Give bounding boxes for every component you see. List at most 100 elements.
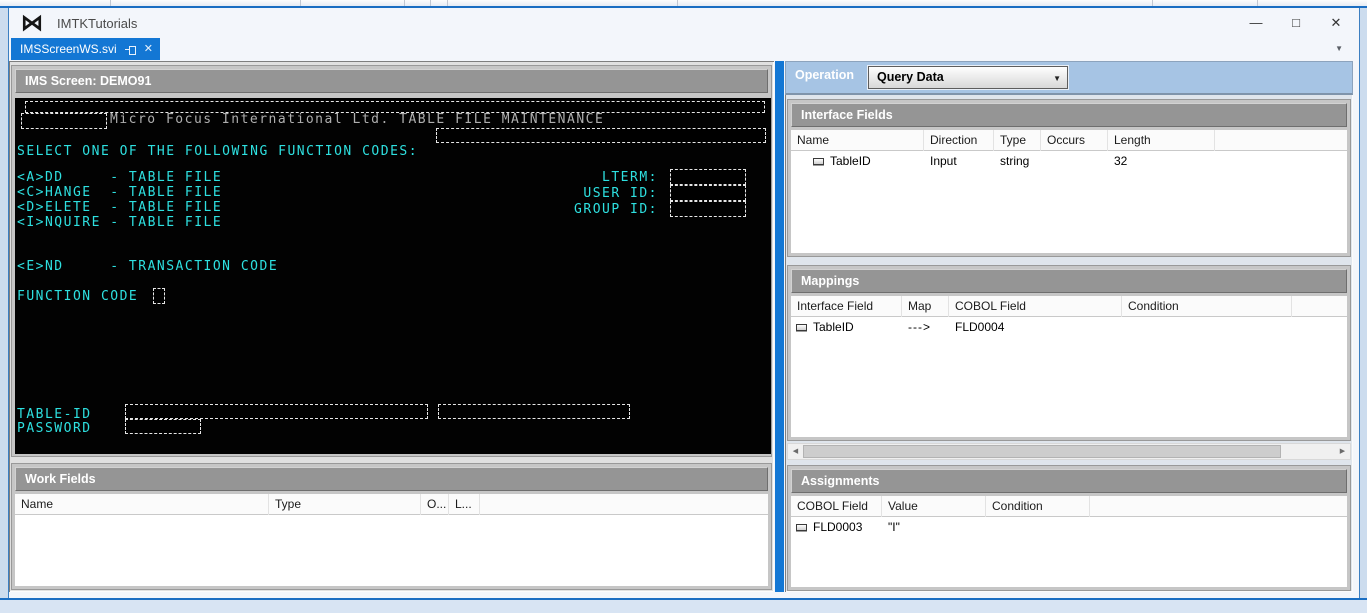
terminal-lterm-field-box[interactable] <box>670 169 746 185</box>
editor-area: IMS Screen: DEMO91 Micro Focus Internati… <box>9 60 1359 598</box>
terminal-lterm-label: LTERM: <box>602 170 658 185</box>
column-header-length[interactable]: L... <box>449 494 480 515</box>
column-header-direction[interactable]: Direction <box>924 130 994 151</box>
mappings-section: Mappings Interface Field Map COBOL Field… <box>787 265 1351 441</box>
background-divider <box>1152 0 1153 6</box>
column-header-map[interactable]: Map <box>902 296 949 317</box>
terminal-field-box[interactable] <box>21 113 107 129</box>
table-row[interactable]: FLD0003 "I" <box>791 517 1347 538</box>
terminal-function-code-field-box[interactable] <box>153 288 165 304</box>
minimize-button[interactable]: — <box>1243 13 1269 33</box>
column-header-name[interactable]: Name <box>15 494 269 515</box>
column-header-type[interactable]: Type <box>994 130 1041 151</box>
terminal-banner-text: Micro Focus International Ltd. TABLE FIL… <box>110 112 605 127</box>
ims-screen-header: IMS Screen: DEMO91 <box>15 69 768 93</box>
column-header-name[interactable]: Name <box>791 130 924 151</box>
vertical-splitter[interactable] <box>775 61 784 592</box>
field-icon <box>796 324 807 332</box>
interface-fields-header: Interface Fields <box>791 103 1347 127</box>
cell-length: 32 <box>1114 154 1128 168</box>
background-window-edge-bottom <box>0 598 1367 613</box>
document-tab-strip: IMSScreenWS.svi ✕ ▼ <box>9 38 1359 60</box>
terminal-end-line: <E>ND - TRANSACTION CODE <box>17 259 279 274</box>
terminal-menu-line: <D>ELETE - TABLE FILE <box>17 200 223 215</box>
terminal-groupid-field-box[interactable] <box>670 201 746 217</box>
pin-icon[interactable] <box>124 45 136 55</box>
terminal-password-label: PASSWORD <box>17 421 92 436</box>
horizontal-scrollbar[interactable]: ◀ ▶ <box>787 443 1351 460</box>
background-divider <box>110 0 111 6</box>
terminal-menu-line: <C>HANGE - TABLE FILE <box>17 185 223 200</box>
terminal-menu-line: <I>NQUIRE - TABLE FILE <box>17 215 223 230</box>
work-fields-table: Name Type O... L... <box>15 494 768 586</box>
terminal-password-field-box[interactable] <box>125 419 201 434</box>
assignments-table: COBOL Field Value Condition FLD0003 "I" <box>791 496 1347 587</box>
operation-pane: Operation Query Data ▼ Interface Fields … <box>785 61 1353 592</box>
terminal-field-box[interactable] <box>436 128 766 143</box>
table-row[interactable]: TableID ---> FLD0004 <box>791 317 1347 338</box>
background-divider <box>404 0 405 6</box>
cell-direction: Input <box>930 154 957 168</box>
field-icon <box>796 524 807 532</box>
column-header-type[interactable]: Type <box>269 494 421 515</box>
column-header-condition[interactable]: Condition <box>986 496 1090 517</box>
interface-fields-column-headers: Name Direction Type Occurs Length <box>791 130 1347 151</box>
title-bar: ⋈ IMTKTutorials — □ ✕ <box>9 8 1359 38</box>
tab-label: IMSScreenWS.svi <box>20 42 117 56</box>
interface-fields-section: Interface Fields Name Direction Type Occ… <box>787 99 1351 257</box>
operation-dropdown[interactable]: Query Data ▼ <box>868 66 1068 89</box>
column-header-occurs[interactable]: Occurs <box>1041 130 1108 151</box>
column-header-interface-field[interactable]: Interface Field <box>791 296 902 317</box>
column-header-condition[interactable]: Condition <box>1122 296 1292 317</box>
cell-map-arrow: ---> <box>908 320 931 334</box>
application-window: ⋈ IMTKTutorials — □ ✕ IMSScreenWS.svi ✕ … <box>8 8 1360 598</box>
work-fields-section: Work Fields Name Type O... L... <box>11 463 772 590</box>
assignments-column-headers: COBOL Field Value Condition <box>791 496 1347 517</box>
terminal-tableid-field-box[interactable] <box>125 404 428 419</box>
tab-close-icon[interactable]: ✕ <box>144 43 153 55</box>
interface-fields-table: Name Direction Type Occurs Length TableI… <box>791 130 1347 253</box>
column-header-occurs[interactable]: O... <box>421 494 449 515</box>
background-divider <box>430 0 431 6</box>
tab-imsscreenws[interactable]: IMSScreenWS.svi ✕ <box>11 38 160 60</box>
work-fields-column-headers: Name Type O... L... <box>15 494 768 515</box>
background-window-edge <box>0 0 1367 8</box>
field-icon <box>813 158 824 166</box>
assignments-section: Assignments COBOL Field Value Condition … <box>787 465 1351 591</box>
background-divider <box>1257 0 1258 6</box>
cell-type: string <box>1000 154 1030 168</box>
cell-interface-field: TableID <box>813 320 854 334</box>
column-header-value[interactable]: Value <box>882 496 986 517</box>
close-button[interactable]: ✕ <box>1323 13 1349 33</box>
background-divider <box>447 0 448 6</box>
terminal-userid-field-box[interactable] <box>670 185 746 201</box>
visual-studio-logo-icon: ⋈ <box>21 10 43 35</box>
window-title: IMTKTutorials <box>57 16 138 31</box>
mappings-header: Mappings <box>791 269 1347 293</box>
operation-dropdown-value: Query Data <box>877 70 944 84</box>
ims-terminal-screen: Micro Focus International Ltd. TABLE FIL… <box>15 98 771 454</box>
scrollbar-thumb[interactable] <box>803 445 1281 458</box>
cell-cobol-field: FLD0003 <box>813 520 863 534</box>
cell-name: TableID <box>830 154 871 168</box>
column-header-cobol-field[interactable]: COBOL Field <box>949 296 1122 317</box>
table-row[interactable]: TableID Input string 32 <box>791 151 1347 172</box>
column-header-length[interactable]: Length <box>1108 130 1215 151</box>
maximize-button[interactable]: □ <box>1283 13 1309 33</box>
chevron-down-icon[interactable]: ▼ <box>1053 74 1061 83</box>
column-header-cobol-field[interactable]: COBOL Field <box>791 496 882 517</box>
screen-designer-pane: IMS Screen: DEMO91 Micro Focus Internati… <box>9 61 774 592</box>
tab-overflow-chevron-icon[interactable]: ▼ <box>1335 44 1343 53</box>
cell-value: "I" <box>888 520 900 534</box>
terminal-function-code-label: FUNCTION CODE <box>17 289 139 304</box>
background-divider <box>677 0 678 6</box>
operation-label: Operation <box>795 68 855 82</box>
terminal-select-line: SELECT ONE OF THE FOLLOWING FUNCTION COD… <box>17 144 419 159</box>
background-divider <box>300 0 301 6</box>
scroll-left-arrow-icon[interactable]: ◀ <box>788 444 803 459</box>
scroll-right-arrow-icon[interactable]: ▶ <box>1335 444 1350 459</box>
terminal-field-box[interactable] <box>438 404 630 419</box>
ims-screen-section: IMS Screen: DEMO91 Micro Focus Internati… <box>11 65 772 457</box>
assignments-header: Assignments <box>791 469 1347 493</box>
mappings-column-headers: Interface Field Map COBOL Field Conditio… <box>791 296 1347 317</box>
